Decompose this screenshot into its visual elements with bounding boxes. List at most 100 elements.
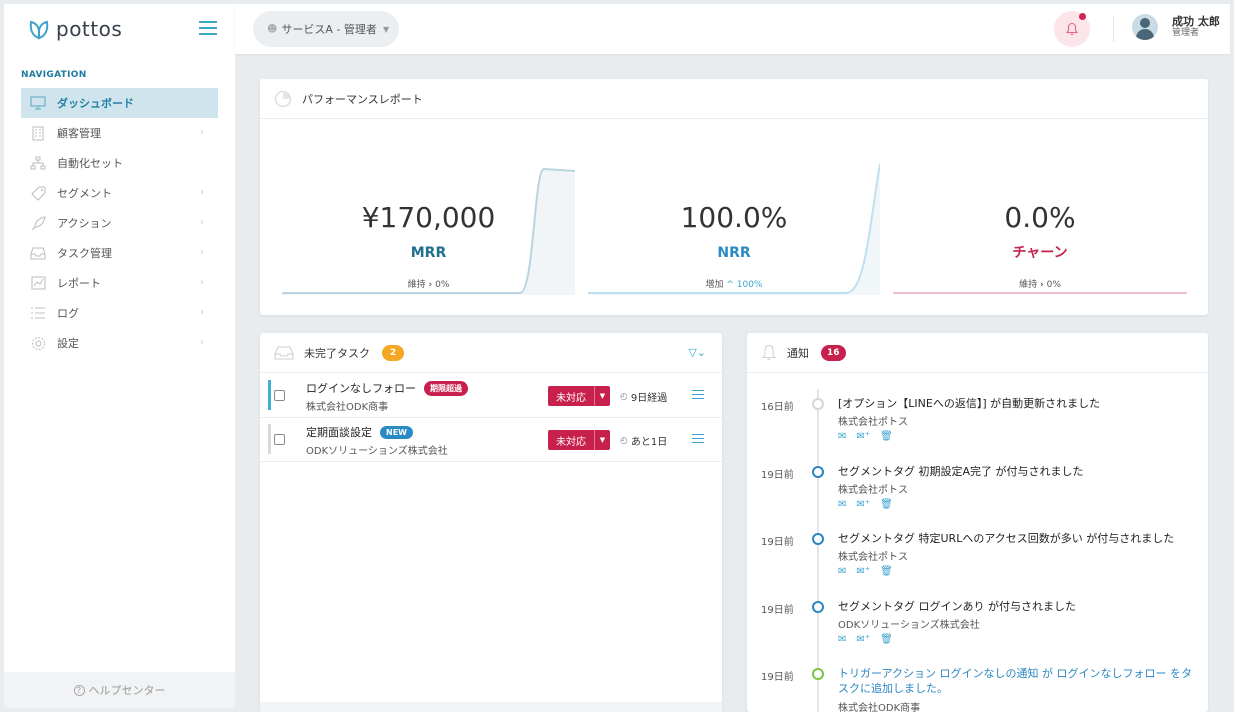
sidebar-item-1[interactable]: 顧客管理 › [21,118,218,148]
user-role: 管理者 [1172,28,1200,38]
clock-icon: ◴ [620,435,628,446]
sidebar-item-4[interactable]: アクション › [21,208,218,238]
notification-company: 株式会社ODK商事 [838,703,921,712]
user-menu[interactable]: 成功 太郎 管理者 [1132,14,1220,40]
inbox-icon [29,245,47,261]
timeline-dot [812,465,824,478]
open-mail-icon[interactable]: ✉ [838,634,846,645]
filter-icon[interactable]: ▽⌄ [688,346,706,359]
menu-toggle-icon[interactable] [199,21,217,35]
metric-sub-text: 維持 [1019,280,1038,290]
task-tag-badge: 期限超過 [424,380,468,396]
trash-icon[interactable]: 🗑 [880,431,893,442]
table-row: 定期面談設定 NEW ODKソリューションズ株式会社 未対応 ▼ ◴ あと1日 [260,418,722,462]
bell-outline-icon [761,344,777,362]
notification-company: 株式会社ポトス [838,417,908,428]
notification-actions: ✉ ✉⁺ 🗑 [838,431,893,442]
trash-icon[interactable]: 🗑 [880,634,893,645]
metric-sub-text: 増加 [705,280,724,290]
task-title-text: 定期面談設定 [306,426,372,439]
open-mail-icon[interactable]: ✉ [838,566,846,577]
notification-message[interactable]: トリガーアクション ログインなしの通知 が ログインなしフォロー をタスクに追加… [838,666,1198,696]
task-title[interactable]: 定期面談設定 NEW [306,424,413,440]
notification-actions: ✉ ✉⁺ 🗑 [838,499,893,510]
sitemap-icon [29,155,47,171]
notification-bell-button[interactable] [1054,11,1090,47]
task-title[interactable]: ログインなしフォロー 期限超過 [306,380,468,396]
task-time: ◴ あと1日 [620,433,667,449]
row-menu-icon[interactable] [692,434,704,444]
metric-sub-value: 0% [435,280,450,290]
sidebar-item-7[interactable]: ログ › [21,298,218,328]
task-title-text: ログインなしフォロー [306,382,416,395]
notifications-title: 通知 [787,346,809,360]
sidebar-item-3[interactable]: セグメント › [21,178,218,208]
metric-sub: 増加 ^ 100% [588,277,880,290]
chevron-down-icon[interactable]: ▼ [594,386,610,406]
open-mail-icon[interactable]: ✉ [838,499,846,510]
open-tasks-card: 未完了タスク 2 ▽⌄ ログインなしフォロー 期限超過 株式会社ODK商事 未対応 ▼ ◴… [260,333,722,712]
avatar [1132,14,1158,40]
task-tag-badge: NEW [380,425,413,439]
sidebar-item-8[interactable]: 設定 › [21,328,218,358]
metric-sub-arrow: › [1040,280,1044,290]
task-status-dropdown[interactable]: 未対応 ▼ [548,430,610,450]
metric-label: NRR [717,245,751,261]
mark-read-icon[interactable]: ✉⁺ [856,634,870,645]
mark-read-icon[interactable]: ✉⁺ [856,431,870,442]
notifications-header: 通知 16 [747,333,1208,373]
user-name: 成功 太郎 [1172,15,1220,28]
timeline-dot [812,668,824,680]
gear-icon [29,335,47,351]
task-time: ◴ 9日経過 [620,389,667,405]
mark-read-icon[interactable]: ✉⁺ [856,566,870,577]
chevron-down-icon: ▼ [382,24,390,34]
metric-sub: 維持 › 0% [282,277,575,290]
sidebar-item-0[interactable]: ダッシュボード [21,88,218,118]
clock-icon: ◴ [620,391,628,402]
performance-report-card: パフォーマンスレポート ¥170,000 MRR 維持 › 0% 100.0% … [260,79,1208,315]
notification-dot [1079,13,1086,20]
sidebar-item-label: 設定 [57,337,79,350]
metric-churn: 0.0% チャーン 維持 › 0% [893,119,1187,295]
task-checkbox[interactable] [274,390,285,401]
performance-report-title: パフォーマンスレポート [302,92,423,106]
notification-company: ODKソリューションズ株式会社 [838,619,980,631]
help-center-link[interactable]: ? ヘルプセンター [4,672,235,708]
notifications-card: 通知 16 16日前 [オプション【LINEへの返信】] が自動更新されました 株式… [747,333,1208,712]
chevron-right-icon: › [200,277,204,288]
metric-nrr: 100.0% NRR 増加 ^ 100% [588,119,880,295]
tag-icon [29,185,47,201]
chevron-right-icon: › [200,337,204,348]
task-company: 株式会社ODK商事 [306,402,389,413]
metric-label: チャーン [1012,245,1068,261]
notification-time: 19日前 [761,604,794,616]
table-row: ログインなしフォロー 期限超過株式会社ODK商事 未対応 ▼ ◴ 9日経過 [260,374,722,418]
timeline-dot [812,533,824,545]
pottos-logo-icon [29,20,49,40]
notification-time: 19日前 [761,672,794,683]
nav-heading: NAVIGATION [21,70,87,80]
chevron-down-icon[interactable]: ▼ [594,430,610,450]
metric-value: 0.0% [1004,201,1076,234]
task-status-dropdown[interactable]: 未対応 ▼ [548,386,610,406]
trash-icon[interactable]: 🗑 [880,566,893,577]
sidebar-item-5[interactable]: タスク管理 › [21,238,218,268]
notification-company: 株式会社ポトス [838,484,908,496]
service-selector[interactable]: ☻ サービスA - 管理者 ▼ [253,11,399,47]
task-checkbox[interactable] [274,434,285,445]
sidebar-item-label: 自動化セット [57,157,123,170]
brand: pottos [4,4,235,54]
row-menu-icon[interactable] [692,390,704,400]
sidebar-item-2[interactable]: 自動化セット [21,148,218,178]
topbar: ☻ サービスA - 管理者 ▼ 成功 太郎 管理者 [235,4,1230,54]
topbar-divider [1113,16,1114,42]
trash-icon[interactable]: 🗑 [880,499,893,510]
metric-value: ¥170,000 [361,201,496,234]
open-mail-icon[interactable]: ✉ [838,431,846,442]
sidebar-item-6[interactable]: レポート › [21,268,218,298]
inbox-icon [274,346,294,360]
sidebar-item-label: ログ [57,307,79,320]
chevron-right-icon: › [200,247,204,258]
mark-read-icon[interactable]: ✉⁺ [856,499,870,510]
